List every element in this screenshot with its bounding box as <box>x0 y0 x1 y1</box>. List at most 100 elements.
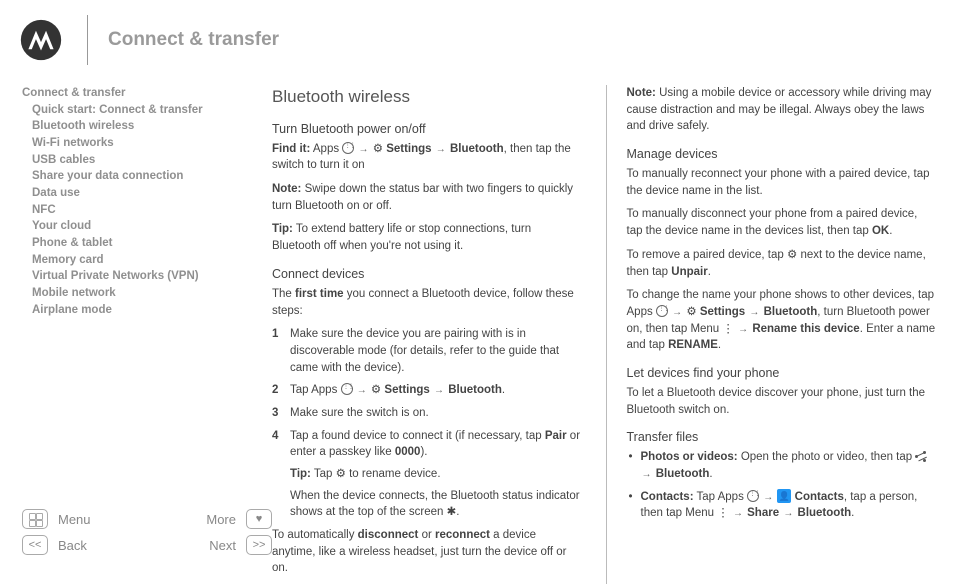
text: Make sure the switch is on. <box>290 407 429 419</box>
subsection-heading: Connect devices <box>272 265 582 283</box>
text: Bluetooth <box>798 507 852 519</box>
list-item: Contacts: Tap Apps → Contacts, tap a per… <box>627 489 937 522</box>
arrow-icon: → <box>737 324 749 335</box>
arrow-icon: → <box>762 492 774 503</box>
paragraph: To remove a paired device, tap ⚙ next to… <box>627 247 937 280</box>
text: Open the photo or video, then tap <box>738 451 916 463</box>
text: Using a mobile device or accessory while… <box>627 87 932 132</box>
step-item: Tap a found device to connect it (if nec… <box>272 428 582 521</box>
text: When the device connects, the Bluetooth … <box>290 490 580 519</box>
subsection-heading: Turn Bluetooth power on/off <box>272 120 582 138</box>
nav-row: Menu ♥ More <box>22 509 272 529</box>
find-it-line: Find it: Apps → ⚙ Settings → Bluetooth, … <box>272 141 582 174</box>
back-button[interactable]: << Back <box>22 535 87 555</box>
toc-item[interactable]: Airplane mode <box>22 302 272 319</box>
text: Swipe down the status bar with two finge… <box>272 183 573 212</box>
motorola-logo-icon <box>20 19 62 61</box>
header: Connect & transfer <box>0 0 954 75</box>
text: Unpair <box>671 266 707 278</box>
toc-item[interactable]: Wi-Fi networks <box>22 135 272 152</box>
tip-label: Tip: <box>290 468 311 480</box>
findit-label: Find it: <box>272 143 310 155</box>
text: Contacts <box>791 491 843 503</box>
subsection-heading: Transfer files <box>627 428 937 446</box>
toc-item[interactable]: USB cables <box>22 152 272 169</box>
paragraph: To manually disconnect your phone from a… <box>627 206 937 239</box>
section-heading: Bluetooth wireless <box>272 85 582 110</box>
arrow-icon: → <box>782 508 794 519</box>
text: . <box>718 339 721 351</box>
paragraph: To manually reconnect your phone with a … <box>627 166 937 199</box>
next-icon: >> <box>246 535 272 555</box>
toc-item[interactable]: Memory card <box>22 252 272 269</box>
heart-icon: ♥ <box>246 509 272 529</box>
note-label: Note: <box>627 87 656 99</box>
text: . <box>889 225 892 237</box>
column-right: Note: Using a mobile device or accessory… <box>606 85 937 584</box>
step-item: Tap Apps → ⚙ Settings → Bluetooth. <box>272 382 582 399</box>
tip-label: Tip: <box>272 223 293 235</box>
text: Bluetooth <box>448 384 502 396</box>
toc-item[interactable]: Share your data connection <box>22 168 272 185</box>
steps-list: Make sure the device you are pairing wit… <box>272 326 582 521</box>
text: Tap a found device to connect it (if nec… <box>290 430 545 442</box>
share-icon <box>915 450 928 463</box>
main-content: Connect & transfer Quick start: Connect … <box>0 75 954 584</box>
gear-icon: ⚙ <box>373 143 383 155</box>
page-title: Connect & transfer <box>108 29 279 51</box>
paragraph: To automatically disconnect or reconnect… <box>272 527 582 577</box>
step-item: Make sure the switch is on. <box>272 405 582 422</box>
label: Contacts: <box>641 491 694 503</box>
toc-item[interactable]: Your cloud <box>22 218 272 235</box>
toc-title[interactable]: Connect & transfer <box>22 85 272 102</box>
sub-tip: Tip: Tap ⚙ to rename device. <box>290 466 582 483</box>
bluetooth-icon: ✱ <box>447 506 457 518</box>
gear-icon: ⚙ <box>336 468 346 480</box>
text: Share <box>747 507 779 519</box>
sub-text: When the device connects, the Bluetooth … <box>290 488 582 521</box>
nav-label: More <box>206 512 236 527</box>
next-button[interactable]: >> Next <box>209 535 272 555</box>
text: OK <box>872 225 889 237</box>
subsection-heading: Let devices find your phone <box>627 364 937 382</box>
toc-item[interactable]: Virtual Private Networks (VPN) <box>22 268 272 285</box>
nav-row: << Back >> Next <box>22 535 272 555</box>
apps-icon <box>747 490 759 502</box>
text: To automatically <box>272 529 358 541</box>
paragraph: The first time you connect a Bluetooth d… <box>272 286 582 319</box>
subsection-heading: Manage devices <box>627 145 937 163</box>
nav-panel: Menu ♥ More << Back >> Next <box>22 509 272 561</box>
nav-label: Back <box>58 538 87 553</box>
arrow-icon: → <box>433 385 445 396</box>
more-button[interactable]: ♥ More <box>206 509 272 529</box>
apps-icon <box>656 305 668 317</box>
toc-item[interactable]: Quick start: Connect & transfer <box>22 102 272 119</box>
text: Settings <box>383 143 432 155</box>
toc-item[interactable]: Mobile network <box>22 285 272 302</box>
nav-label: Menu <box>58 512 91 527</box>
nav-label: Next <box>209 538 236 553</box>
text: Make sure the device you are pairing wit… <box>290 328 559 373</box>
text: . <box>456 506 459 518</box>
note-line: Note: Swipe down the status bar with two… <box>272 181 582 214</box>
text: Bluetooth <box>450 143 504 155</box>
label: Photos or videos: <box>641 451 738 463</box>
note-line: Note: Using a mobile device or accessory… <box>627 85 937 135</box>
text: Tap Apps <box>694 491 748 503</box>
text: . <box>709 468 712 480</box>
menu-dots-icon: ⋮ <box>717 507 729 519</box>
menu-button[interactable]: Menu <box>22 509 91 529</box>
toc-item[interactable]: NFC <box>22 202 272 219</box>
toc-item[interactable]: Bluetooth wireless <box>22 118 272 135</box>
text: reconnect <box>435 529 490 541</box>
text: Bluetooth <box>764 306 818 318</box>
apps-icon <box>342 142 354 154</box>
text: . <box>708 266 711 278</box>
text: Pair <box>545 430 567 442</box>
title-divider: Connect & transfer <box>87 15 279 65</box>
toc-item[interactable]: Phone & tablet <box>22 235 272 252</box>
contacts-icon <box>777 489 791 503</box>
toc-item[interactable]: Data use <box>22 185 272 202</box>
text: To extend battery life or stop connectio… <box>272 223 531 252</box>
text: The <box>272 288 295 300</box>
